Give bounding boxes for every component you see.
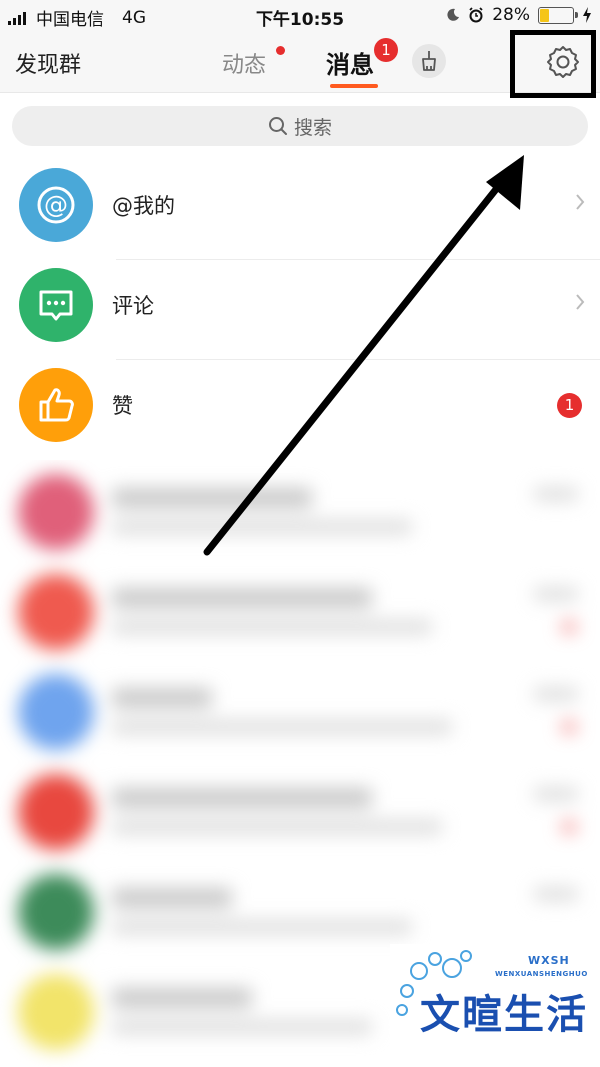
- list-item-comments[interactable]: 评论: [0, 260, 600, 360]
- thumbs-up-icon: [19, 368, 93, 442]
- list-item[interactable]: [0, 460, 600, 560]
- status-right: 28%: [446, 5, 592, 25]
- tab-dynamic[interactable]: 动态: [222, 47, 266, 79]
- settings-highlight-box: [510, 30, 596, 98]
- svg-text:@: @: [44, 191, 68, 219]
- list-item[interactable]: [0, 660, 600, 760]
- list-item[interactable]: [0, 560, 600, 660]
- search-bar[interactable]: 搜索: [12, 106, 588, 146]
- mentions-label: @我的: [112, 194, 175, 218]
- watermark-title: 文暄生活: [420, 992, 588, 1038]
- chevron-right-icon: [576, 294, 585, 310]
- moon-icon: [447, 8, 460, 21]
- likes-badge: 1: [557, 393, 582, 418]
- comment-icon: [19, 268, 93, 342]
- watermark-logo: WXSH WENXUANSHENGHUO 文暄生活: [390, 944, 590, 1056]
- watermark-small: WXSH: [528, 954, 570, 967]
- list-item-mentions[interactable]: @ @我的: [0, 160, 600, 260]
- tab-messages[interactable]: 消息: [326, 45, 374, 80]
- alarm-icon: [469, 7, 483, 23]
- watermark-subtitle: WENXUANSHENGHUO: [495, 970, 588, 978]
- broom-icon[interactable]: [412, 44, 446, 78]
- likes-label: 赞: [112, 394, 133, 418]
- battery-percent: 28%: [492, 5, 530, 25]
- discover-groups-link[interactable]: 发现群: [15, 47, 81, 79]
- charging-icon: [583, 7, 591, 23]
- search-placeholder: 搜索: [293, 116, 332, 139]
- chevron-right-icon: [576, 194, 585, 210]
- messages-badge: 1: [374, 38, 398, 62]
- at-icon: @: [19, 168, 93, 242]
- search-icon: [268, 117, 287, 135]
- status-bar: 中国电信 4G 下午10:55 28%: [0, 0, 600, 32]
- active-tab-indicator: [330, 84, 378, 88]
- list-item-likes[interactable]: 赞 1: [0, 360, 600, 460]
- tab-dynamic-dot: [276, 46, 285, 55]
- list-item[interactable]: [0, 760, 600, 860]
- comments-label: 评论: [112, 294, 154, 318]
- battery-icon: [538, 6, 578, 24]
